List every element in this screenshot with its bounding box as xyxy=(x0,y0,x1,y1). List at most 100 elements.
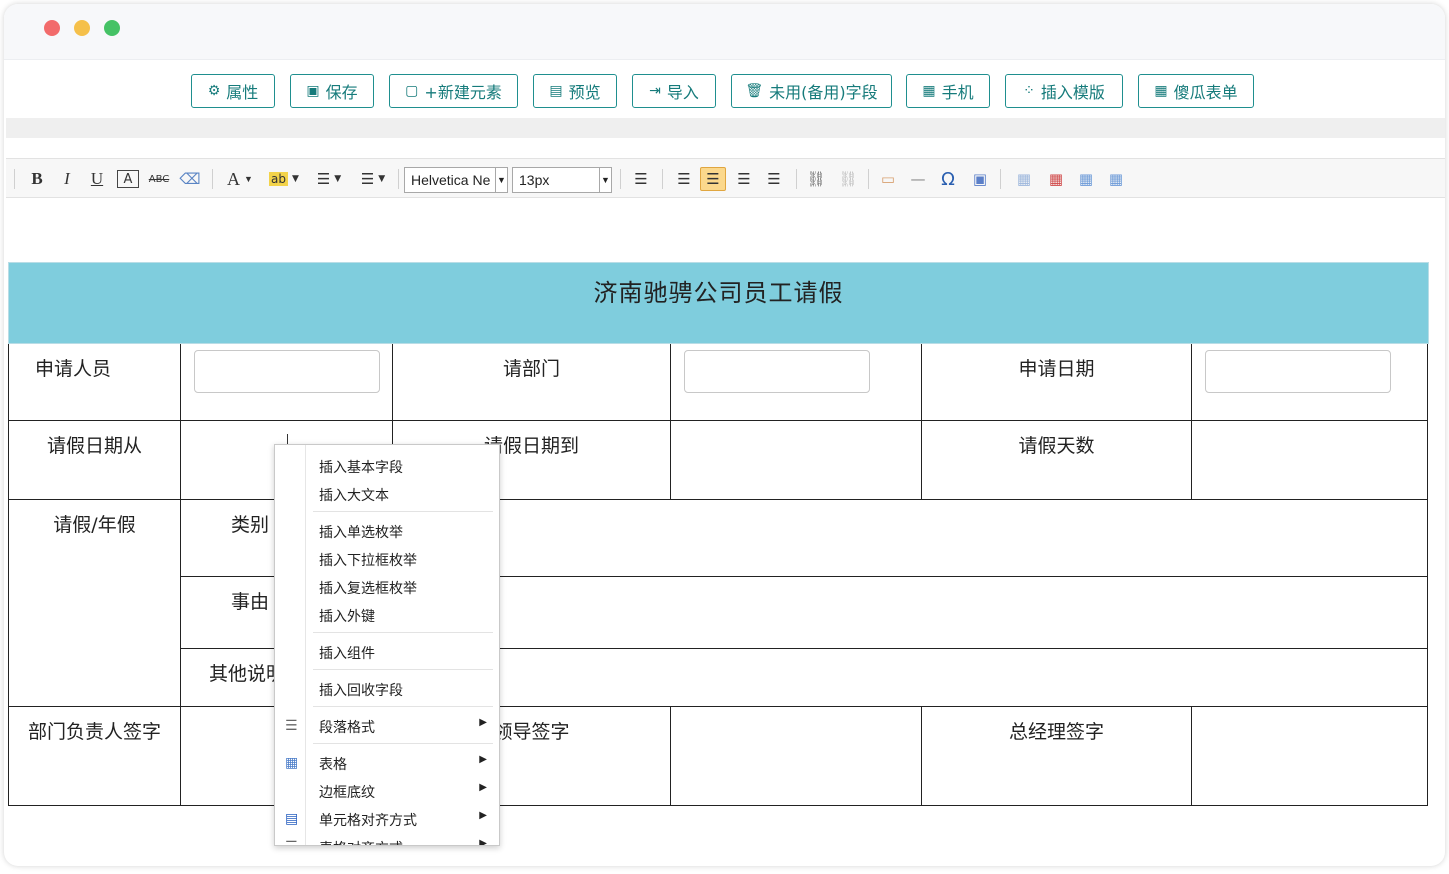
insert-column-icon[interactable]: ▦ xyxy=(1104,167,1128,191)
mobile-button[interactable]: ▦ 手机 xyxy=(906,74,990,108)
menu-item-paragraph-format[interactable]: ☰ 段落格式 ▶ xyxy=(275,713,499,739)
caret-down-icon: ▼ xyxy=(495,168,507,192)
table-icon: ▦ xyxy=(285,755,299,771)
align-right-icon[interactable]: ☰ xyxy=(732,167,756,191)
toolbar-divider xyxy=(796,169,797,189)
gears-icon: ⚙ xyxy=(207,83,221,99)
menu-separator xyxy=(313,743,493,744)
cell-align-icon: ▤ xyxy=(285,811,299,827)
toolbar-divider xyxy=(868,169,869,189)
menu-item-insert-component[interactable]: 插入组件 xyxy=(275,639,499,665)
paragraph-icon: ☰ xyxy=(285,718,298,734)
date-value-cell xyxy=(1191,344,1428,421)
submenu-arrow-icon: ▶ xyxy=(479,717,487,728)
insert-row-icon[interactable]: ▦ xyxy=(1074,167,1098,191)
menu-separator xyxy=(313,669,493,670)
delete-table-icon[interactable]: ▦ xyxy=(1044,167,1068,191)
toolbar-divider xyxy=(1000,169,1001,189)
unused-fields-button[interactable]: 🗑 未用(备用)字段 xyxy=(731,74,892,108)
italic-button[interactable]: I xyxy=(56,167,78,191)
dept-input[interactable] xyxy=(684,350,870,393)
menu-item-insert-basic-field[interactable]: 插入基本字段 xyxy=(275,453,499,479)
unordered-list-button[interactable]: ☰ ▼ xyxy=(354,167,392,191)
special-char-icon[interactable]: Ω xyxy=(936,167,960,191)
form-title-band: 济南驰骋公司员工请假 xyxy=(8,262,1429,344)
menu-item-insert-dropdown-enum[interactable]: 插入下拉框枚举 xyxy=(275,546,499,572)
image-icon[interactable]: ▭ xyxy=(876,167,900,191)
dept-label-cell: 请部门 xyxy=(392,344,670,421)
submenu-arrow-icon: ▶ xyxy=(479,838,487,846)
ordered-list-button[interactable]: ☰ ▼ xyxy=(310,167,348,191)
menu-item-insert-checkbox-enum[interactable]: 插入复选框枚举 xyxy=(275,574,499,600)
context-menu: 插入基本字段 插入大文本 插入单选枚举 插入下拉框枚举 插入复选框枚举 插入外键… xyxy=(274,444,500,846)
caret-down-icon: ▼ xyxy=(599,168,611,192)
days-label-cell: 请假天数 xyxy=(921,421,1191,500)
menu-item-cell-alignment[interactable]: ▤ 单元格对齐方式 ▶ xyxy=(275,806,499,832)
align-left-icon[interactable]: ☰ xyxy=(672,167,696,191)
menu-item-insert-radio-enum[interactable]: 插入单选枚举 xyxy=(275,518,499,544)
applicant-label-cell: 申请人员 xyxy=(8,344,180,421)
menu-item-table[interactable]: ▦ 表格 ▶ xyxy=(275,750,499,776)
menu-item-insert-foreign-key[interactable]: 插入外键 xyxy=(275,602,499,628)
leader-sign-value-cell[interactable] xyxy=(670,707,921,806)
applicant-input[interactable] xyxy=(194,350,380,393)
eraser-icon[interactable]: ⌫ xyxy=(178,167,202,191)
underline-button[interactable]: U xyxy=(86,167,108,191)
import-icon: ⇥ xyxy=(649,83,661,99)
toolbar-divider xyxy=(212,169,213,189)
align-justify-icon[interactable]: ☰ xyxy=(762,167,786,191)
unordered-list-icon: ☰ xyxy=(360,170,375,188)
font-color-button[interactable]: A ▼ xyxy=(222,167,258,191)
leave-label-cell: 请假/年假 xyxy=(8,500,180,707)
font-border-button[interactable]: A xyxy=(117,170,139,188)
caret-down-icon: ▼ xyxy=(378,174,386,184)
status-strip xyxy=(6,118,1445,138)
gm-sign-label-cell: 总经理签字 xyxy=(921,707,1191,806)
insert-template-button[interactable]: ⁘ 插入模版 xyxy=(1005,74,1123,108)
days-value-cell[interactable] xyxy=(1191,421,1428,500)
title-bar xyxy=(4,4,1445,60)
font-size-select[interactable]: 13px ▼ xyxy=(512,167,612,193)
insert-frame-icon[interactable]: ▣ xyxy=(968,167,992,191)
properties-button[interactable]: ⚙ 属性 xyxy=(191,74,275,108)
horizontal-rule-icon[interactable]: — xyxy=(906,167,930,191)
import-button[interactable]: ⇥ 导入 xyxy=(632,74,716,108)
maximize-window-button[interactable] xyxy=(104,20,120,36)
menu-item-insert-recycle-field[interactable]: 插入回收字段 xyxy=(275,676,499,702)
new-element-button[interactable]: ▢ +新建元素 xyxy=(389,74,518,108)
menu-item-insert-big-text[interactable]: 插入大文本 xyxy=(275,481,499,507)
simple-form-button[interactable]: ▦ 傻瓜表单 xyxy=(1138,74,1254,108)
close-window-button[interactable] xyxy=(44,20,60,36)
mobile-icon: ▦ xyxy=(922,83,936,99)
menu-item-table-alignment[interactable]: ☰ 表格对齐方式 ▶ xyxy=(275,834,499,846)
new-file-icon: ▢ xyxy=(405,83,419,99)
from-label-cell: 请假日期从 xyxy=(8,421,180,500)
applicant-value-cell xyxy=(180,344,392,421)
gm-sign-value-cell[interactable] xyxy=(1191,707,1428,806)
font-family-select[interactable]: Helvetica Ne ▼ xyxy=(404,167,508,193)
preview-button[interactable]: ▤ 预览 xyxy=(533,74,617,108)
submenu-arrow-icon: ▶ xyxy=(479,782,487,793)
unlink-icon[interactable]: ⛓ xyxy=(836,167,860,191)
table-icon: ▦ xyxy=(1154,83,1168,99)
strikethrough-button[interactable]: ABC xyxy=(146,167,172,191)
menu-item-border-shading[interactable]: 边框底纹 ▶ xyxy=(275,778,499,804)
save-button[interactable]: ▣ 保存 xyxy=(290,74,374,108)
align-center-icon[interactable]: ☰ xyxy=(700,167,726,191)
indent-icon[interactable]: ☰ xyxy=(630,167,652,191)
to-value-cell[interactable] xyxy=(670,421,921,500)
insert-table-icon[interactable]: ▦ xyxy=(1012,167,1036,191)
date-input[interactable] xyxy=(1205,350,1391,393)
toolbar-divider xyxy=(14,169,15,189)
toolbar-divider xyxy=(662,169,663,189)
caret-down-icon: ▼ xyxy=(292,174,299,184)
minimize-window-button[interactable] xyxy=(74,20,90,36)
app-window: ⚙ 属性 ▣ 保存 ▢ +新建元素 ▤ 预览 ⇥ 导入 🗑 未用(备用)字段 ▦… xyxy=(4,4,1445,866)
bold-button[interactable]: B xyxy=(26,167,48,191)
link-icon[interactable]: ⛓ xyxy=(804,167,828,191)
toolbar-divider xyxy=(398,169,399,189)
dept-sign-label-cell: 部门负责人签字 xyxy=(8,707,180,806)
highlight-button[interactable]: ab ▼ xyxy=(264,167,304,191)
trash-icon: 🗑 xyxy=(745,83,764,99)
preview-icon: ▤ xyxy=(549,83,563,99)
